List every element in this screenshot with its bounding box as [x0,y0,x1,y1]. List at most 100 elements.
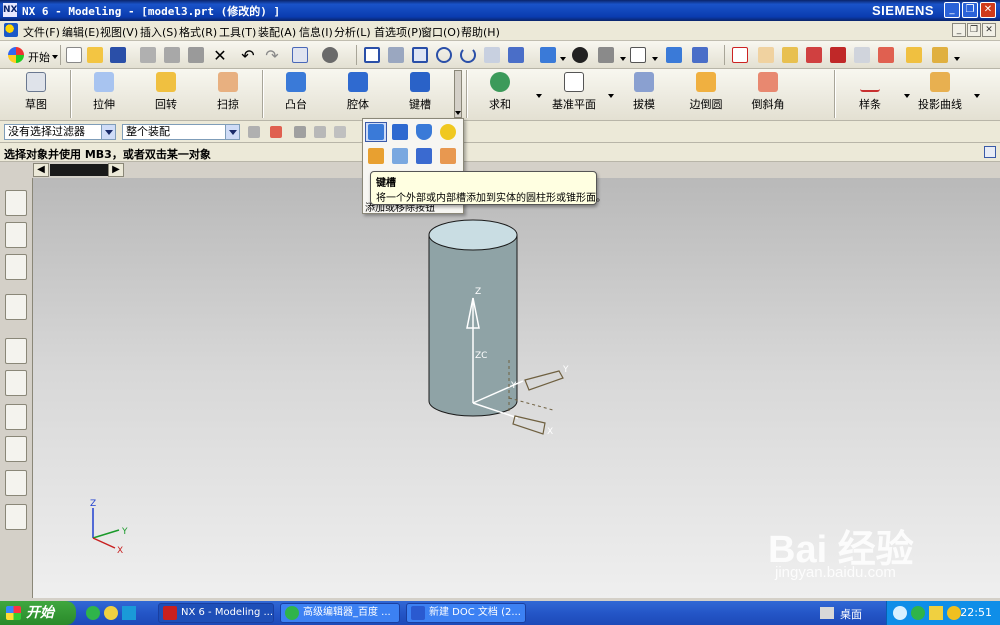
document-icon[interactable] [4,23,18,37]
thread-feature-button[interactable] [437,146,459,166]
draft-button[interactable]: 拔模 [616,72,672,116]
menu-assembly[interactable]: 装配(A) [258,24,296,40]
wcs-button[interactable] [730,45,750,65]
system-materials-tab[interactable] [5,370,27,396]
chevron-down-icon[interactable] [620,57,626,61]
view-cube-button[interactable] [538,45,558,65]
zoom-window-button[interactable] [386,45,406,65]
fit-prompt-icon[interactable] [984,146,996,158]
measure-angle-button[interactable] [930,45,950,65]
x-axis-cone[interactable] [512,415,546,435]
render-style-button[interactable] [570,45,590,65]
windows-start-button[interactable]: 开始 [0,601,76,625]
reuse-library-tab[interactable] [5,294,27,320]
part-navigator-tab[interactable] [5,254,27,280]
tray-network-icon[interactable] [893,606,907,620]
fit-button[interactable] [362,45,382,65]
chevron-down-icon[interactable] [904,94,910,98]
save-button[interactable] [108,45,128,65]
chevron-down-icon[interactable] [560,57,566,61]
select-feature-button[interactable] [330,122,350,142]
doc-minimize-button[interactable]: _ [952,23,966,37]
tray-security-icon[interactable] [911,606,925,620]
assembly-navigator-tab[interactable] [5,190,27,216]
menu-preferences[interactable]: 首选项(P) [374,24,422,40]
graphics-window[interactable]: Z ZC Y Y X Z Y X Bai 经验 jingyan.baidu.co… [33,178,1000,598]
delete-button[interactable]: ✕ [210,45,230,65]
chevron-down-icon[interactable] [652,57,658,61]
sphere-feature-button[interactable] [437,122,459,142]
snap-settings-button[interactable] [266,122,286,142]
quicklaunch-app-icon[interactable] [122,606,136,620]
menu-tools[interactable]: 工具(T) [219,24,256,40]
doc-close-button[interactable]: ✕ [982,23,996,37]
start-menu-button[interactable]: 开始 [8,45,58,65]
revolve-button[interactable]: 回转 [138,72,194,116]
datum-plane-button[interactable]: 基准平面 [546,72,602,116]
zoom-button[interactable] [410,45,430,65]
open-file-button[interactable] [85,45,105,65]
information-button[interactable] [290,45,310,65]
section-view-button[interactable] [664,45,684,65]
measure-button[interactable] [904,45,924,65]
cone-feature-button[interactable] [413,122,435,142]
snap-point-button[interactable] [756,45,776,65]
spline-button[interactable]: 样条 [842,72,898,116]
keyboard-icon[interactable] [820,607,834,619]
chevron-down-icon[interactable] [536,94,542,98]
window-title-bar[interactable]: NX NX 6 - Modeling - [model3.prt (修改的) ]… [0,0,1000,21]
snap-mid-button[interactable] [804,45,824,65]
general-filter-button[interactable] [244,122,264,142]
toolbar-overflow-handle[interactable] [454,70,462,118]
selection-scope-dropdown[interactable]: 整个装配 [122,124,240,140]
tray-volume-icon[interactable] [929,606,943,620]
perspective-button[interactable] [506,45,526,65]
taskbar-item-nx[interactable]: NX 6 - Modeling ... [158,603,274,623]
pad-feature-button[interactable] [389,146,411,166]
paste-button[interactable] [186,45,206,65]
palette-tab[interactable] [5,404,27,430]
tray-ime-icon[interactable] [947,606,961,620]
desktop-toolbar-label[interactable]: 桌面 [840,606,862,622]
sweep-button[interactable]: 扫掠 [200,72,256,116]
type-filter-dropdown[interactable]: 没有选择过滤器 [4,124,116,140]
scroll-left-button[interactable]: ◀ [33,163,49,177]
chamfer-button[interactable]: 倒斜角 [740,72,796,116]
boss-button[interactable]: 凸台 [268,72,324,116]
redo-button[interactable]: ↷ [262,45,282,65]
process-studio-tab[interactable] [5,436,27,462]
unite-button[interactable]: 求和 [472,72,528,116]
system-clock[interactable]: 22:51 [960,606,992,619]
quicklaunch-ie-icon[interactable] [104,606,118,620]
system-scenes-tab[interactable] [5,504,27,530]
menu-information[interactable]: 信息(I) [299,24,333,40]
taskbar-item-editor[interactable]: 高级编辑器_百度 ... [280,603,400,623]
background-color-button[interactable] [628,45,648,65]
extrude-button[interactable]: 拉伸 [76,72,132,116]
restore-button[interactable]: ❐ [962,2,978,18]
snap-center-button[interactable] [828,45,848,65]
menu-view[interactable]: 视图(V) [100,24,138,40]
block-feature-button[interactable] [389,122,411,142]
menu-insert[interactable]: 插入(S) [140,24,178,40]
project-curve-button[interactable]: 投影曲线 [912,72,968,116]
slot-button[interactable]: 键槽 [392,72,448,116]
select-button[interactable] [852,45,872,65]
taskbar-item-doc[interactable]: 新建 DOC 文档 (2... [406,603,526,623]
scroll-right-button[interactable]: ▶ [108,163,124,177]
quicklaunch-browser-icon[interactable] [86,606,100,620]
pan-button[interactable] [482,45,502,65]
y-axis-cone[interactable] [524,370,564,391]
doc-restore-button[interactable]: ❐ [967,23,981,37]
chevron-down-icon[interactable] [954,57,960,61]
chevron-down-icon[interactable] [974,94,980,98]
history-tab[interactable] [5,338,27,364]
edge-blend-button[interactable]: 边倒圆 [678,72,734,116]
undo-button[interactable]: ↶ [238,45,258,65]
snap-end-button[interactable] [780,45,800,65]
hole-feature-button[interactable] [365,146,387,166]
menu-window[interactable]: 窗口(O) [421,24,460,40]
pocket-button[interactable]: 腔体 [330,72,386,116]
tab-indicator[interactable] [50,164,108,176]
minimize-button[interactable]: _ [944,2,960,18]
